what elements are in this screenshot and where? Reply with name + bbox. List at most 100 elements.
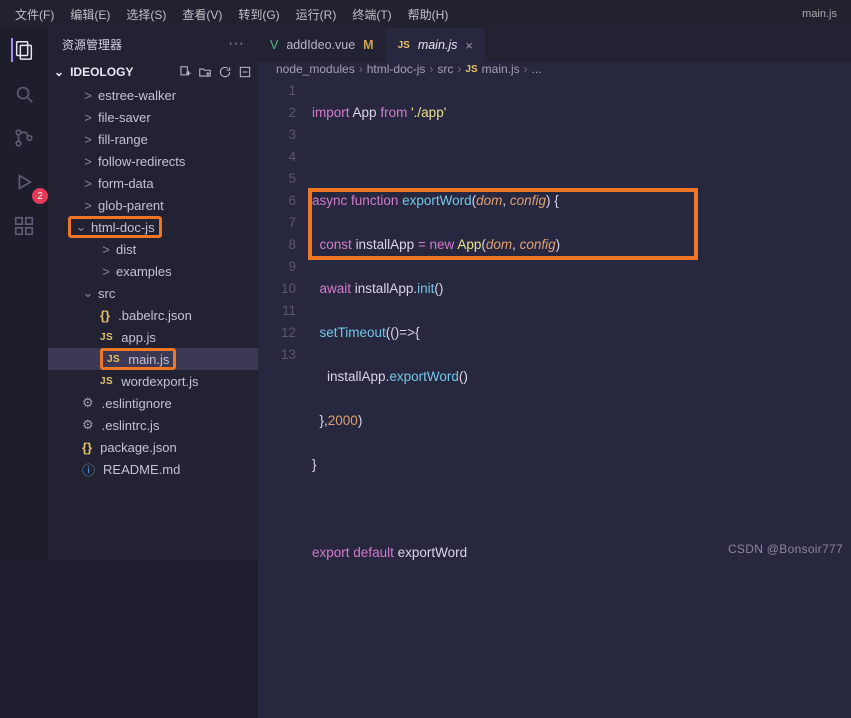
folder-label: form-data xyxy=(98,176,154,191)
line-number: 10 xyxy=(258,278,296,300)
tree-file[interactable]: JSapp.js xyxy=(48,326,258,348)
titlebar-filename: main.js xyxy=(802,8,843,20)
folder-label: file-saver xyxy=(98,110,151,125)
js-icon: JS xyxy=(100,332,113,343)
menu-run[interactable]: 运行(R) xyxy=(289,4,344,25)
chevron-right-icon: > xyxy=(82,154,94,169)
json-icon: {} xyxy=(82,440,92,455)
line-number: 12 xyxy=(258,322,296,344)
tree-item[interactable]: > examples xyxy=(48,260,258,282)
tree-file[interactable]: JSwordexport.js xyxy=(48,370,258,392)
vue-icon: V xyxy=(270,38,278,52)
line-number: 8 xyxy=(258,234,296,256)
close-icon[interactable]: × xyxy=(465,38,473,53)
highlight-box: JS main.js xyxy=(100,348,176,370)
breadcrumb[interactable]: node_modules› html-doc-js› src› JS main.… xyxy=(258,62,851,76)
menu-help[interactable]: 帮助(H) xyxy=(401,4,456,25)
menu-view[interactable]: 查看(V) xyxy=(175,4,229,25)
highlight-box: ⌄ html-doc-js xyxy=(68,216,162,238)
tree-file[interactable]: ⓘREADME.md xyxy=(48,458,258,480)
menu-terminal[interactable]: 终端(T) xyxy=(345,4,398,25)
tree-item[interactable]: > follow-redirects xyxy=(48,150,258,172)
chevron-right-icon: › xyxy=(524,62,528,76)
tree-item[interactable]: > estree-walker xyxy=(48,84,258,106)
folder-label: src xyxy=(98,286,115,301)
tree-file[interactable]: ⚙ .eslintignore xyxy=(48,392,258,414)
folder-label: follow-redirects xyxy=(98,154,185,169)
watermark: CSDN @Bonsoir777 xyxy=(728,542,843,556)
tab-label: addIdeo.vue xyxy=(286,38,355,52)
scm-badge: 2 xyxy=(32,188,48,204)
new-folder-icon[interactable] xyxy=(198,65,212,79)
menu-edit[interactable]: 编辑(E) xyxy=(63,4,117,25)
modified-indicator: M xyxy=(363,38,373,52)
breadcrumb-seg[interactable]: src xyxy=(437,62,453,76)
chevron-right-icon: > xyxy=(100,242,112,257)
tab-label: main.js xyxy=(418,38,458,52)
js-icon: JS xyxy=(398,40,410,51)
breadcrumb-seg[interactable]: node_modules xyxy=(276,62,355,76)
folder-label: estree-walker xyxy=(98,88,176,103)
tab-addideo[interactable]: V addIdeo.vue M xyxy=(258,28,386,62)
line-number: 6 xyxy=(258,190,296,212)
menubar-items: 文件(F) 编辑(E) 选择(S) 查看(V) 转到(G) 运行(R) 终端(T… xyxy=(8,4,455,25)
new-file-icon[interactable] xyxy=(178,65,192,79)
file-label: main.js xyxy=(128,352,169,367)
code-area[interactable]: 1 2 3 4 5 6 7 8 9 10 11 12 13 import App… xyxy=(258,76,851,718)
refresh-icon[interactable] xyxy=(218,65,232,79)
chevron-down-icon: ⌄ xyxy=(82,285,94,301)
js-icon: JS xyxy=(465,64,477,75)
line-number: 2 xyxy=(258,102,296,124)
editor: V addIdeo.vue M JS main.js × node_module… xyxy=(258,28,851,560)
file-label: .eslintrc.js xyxy=(102,418,160,433)
explorer-icon[interactable] xyxy=(11,38,35,62)
extensions-icon[interactable] xyxy=(12,214,36,238)
activitybar xyxy=(0,28,48,560)
tree-file-main-js[interactable]: JS main.js xyxy=(48,348,258,370)
tree-file[interactable]: {}.babelrc.json xyxy=(48,304,258,326)
breadcrumb-seg[interactable]: html-doc-js xyxy=(367,62,426,76)
scm-icon[interactable] xyxy=(12,126,36,150)
js-icon: JS xyxy=(107,354,120,365)
folder-name: IDEOLOGY xyxy=(70,65,133,79)
tree-item[interactable]: >glob-parent xyxy=(48,194,258,216)
folder-label: examples xyxy=(116,264,172,279)
search-icon[interactable] xyxy=(12,82,36,106)
folder-line[interactable]: ⌄ IDEOLOGY xyxy=(48,60,258,84)
menubar: 文件(F) 编辑(E) 选择(S) 查看(V) 转到(G) 运行(R) 终端(T… xyxy=(0,0,851,28)
tree-item[interactable]: >dist xyxy=(48,238,258,260)
tree-file[interactable]: ⚙.eslintrc.js xyxy=(48,414,258,436)
chevron-right-icon: > xyxy=(82,132,94,147)
line-number: 3 xyxy=(258,124,296,146)
tree-item-html-doc-js[interactable]: ⌄ html-doc-js xyxy=(48,216,258,238)
file-label: package.json xyxy=(100,440,177,455)
explorer-tree[interactable]: >estree-walker >file-saver >fill-range >… xyxy=(48,84,258,560)
tree-item[interactable]: > form-data xyxy=(48,172,258,194)
gear-icon: ⚙ xyxy=(82,395,94,411)
chevron-right-icon: > xyxy=(100,264,112,279)
tree-item-src[interactable]: ⌄ src xyxy=(48,282,258,304)
menu-select[interactable]: 选择(S) xyxy=(119,4,173,25)
tab-mainjs[interactable]: JS main.js × xyxy=(386,28,485,62)
code-source[interactable]: import App from './app' async function e… xyxy=(312,80,851,718)
tree-file[interactable]: {} package.json xyxy=(48,436,258,458)
breadcrumb-seg[interactable]: main.js xyxy=(482,62,520,76)
chevron-right-icon: › xyxy=(429,62,433,76)
breadcrumb-seg[interactable]: ... xyxy=(532,62,542,76)
chevron-down-icon: ⌄ xyxy=(75,219,87,235)
menu-file[interactable]: 文件(F) xyxy=(8,4,61,25)
chevron-right-icon: › xyxy=(457,62,461,76)
menu-goto[interactable]: 转到(G) xyxy=(231,4,286,25)
collapse-icon[interactable] xyxy=(238,65,252,79)
highlight-box xyxy=(308,188,698,260)
file-label: .eslintignore xyxy=(102,396,172,411)
tree-item[interactable]: >file-saver xyxy=(48,106,258,128)
folder-label: fill-range xyxy=(98,132,148,147)
tree-item[interactable]: > fill-range xyxy=(48,128,258,150)
json-icon: {} xyxy=(100,308,110,323)
more-icon[interactable]: ··· xyxy=(228,35,244,53)
info-icon: ⓘ xyxy=(82,460,95,479)
debug-icon[interactable] xyxy=(12,170,36,194)
chevron-right-icon: > xyxy=(82,176,94,191)
chevron-right-icon: > xyxy=(82,88,94,103)
